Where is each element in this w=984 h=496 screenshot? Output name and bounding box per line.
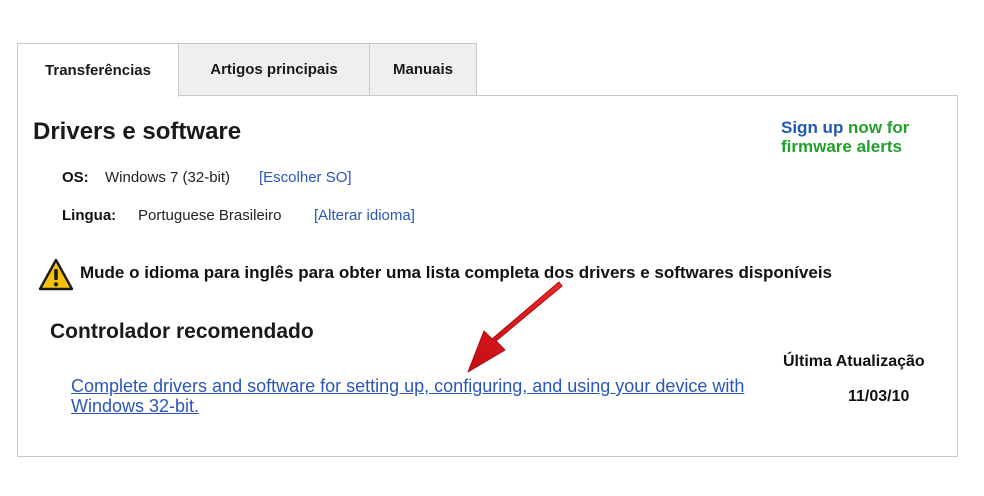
language-warning-text: Mude o idioma para inglês para obter uma… bbox=[80, 263, 832, 282]
os-label: OS: bbox=[62, 169, 89, 186]
language-label: Lingua: bbox=[62, 207, 117, 224]
os-value: Windows 7 (32-bit) bbox=[105, 169, 231, 186]
last-updated-header: Última Atualização bbox=[783, 353, 925, 370]
tab-bar: Transferências Artigos principais Manuai… bbox=[17, 43, 477, 97]
choose-os-link[interactable]: [Escolher SO] bbox=[259, 169, 352, 186]
sign-up-link[interactable]: Sign up bbox=[781, 118, 843, 137]
driver-date: 11/03/10 bbox=[848, 388, 910, 405]
language-value: Portuguese Brasileiro bbox=[138, 207, 282, 224]
section-title: Controlador recomendado bbox=[50, 320, 314, 343]
driver-download-link[interactable]: Complete drivers and software for settin… bbox=[71, 376, 821, 416]
page-title: Drivers e software bbox=[33, 118, 242, 145]
change-language-link[interactable]: [Alterar idioma] bbox=[314, 207, 415, 224]
tab-artigos-principais[interactable]: Artigos principais bbox=[178, 43, 370, 95]
warning-triangle-icon bbox=[38, 258, 74, 291]
tab-manuais[interactable]: Manuais bbox=[369, 43, 477, 95]
content-panel: Drivers e software Sign up now for firmw… bbox=[17, 95, 958, 457]
tab-transferencias[interactable]: Transferências bbox=[17, 43, 179, 97]
firmware-alerts-promo: Sign up now for firmware alerts bbox=[781, 118, 951, 156]
